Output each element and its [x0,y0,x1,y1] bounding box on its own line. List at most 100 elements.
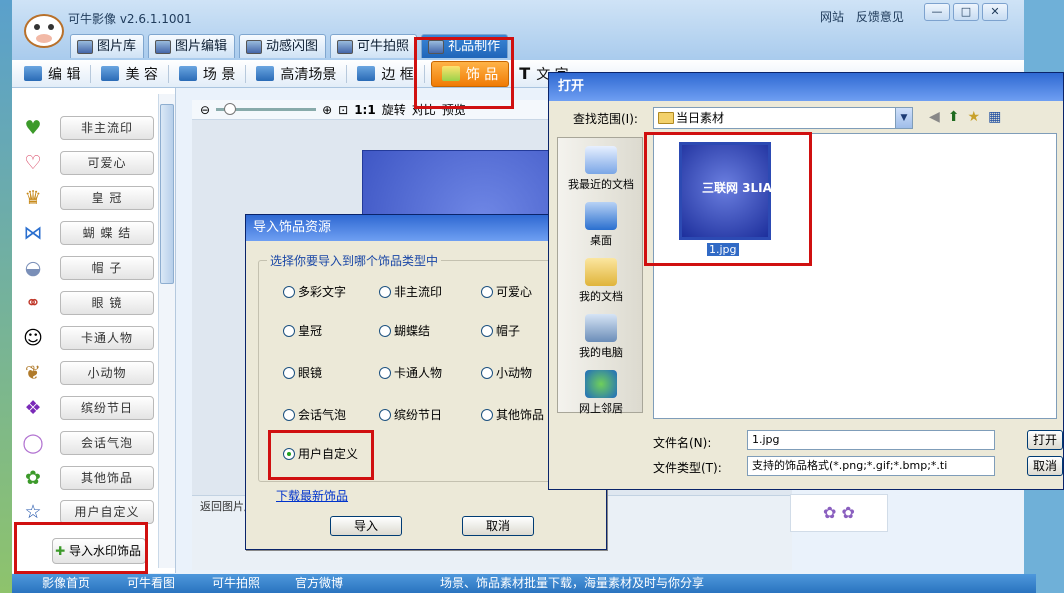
back-icon[interactable]: ◀ [929,109,940,125]
tool-frame[interactable]: 边 框 [353,62,417,86]
sidebar-item-glasses[interactable]: ⚭ 眼 镜 [20,291,160,315]
import-watermark-button[interactable]: ✚ 导入水印饰品 [52,538,146,564]
place-network[interactable]: 网上邻居 [558,370,644,416]
radio-bubble[interactable]: 会话气泡 [283,406,346,423]
filename-input[interactable]: 1.jpg [747,430,995,450]
radio-festival[interactable]: 缤纷节日 [379,406,442,423]
sidebar-button[interactable]: 可爱心 [60,151,154,175]
tool-edit[interactable]: 编 辑 [20,62,84,86]
sidebar-item-animal[interactable]: ❦ 小动物 [20,361,160,385]
tool-hd-scene[interactable]: 高清场景 [252,62,340,86]
radio-circle[interactable] [379,366,391,379]
sidebar-button[interactable]: 卡通人物 [60,326,154,350]
look-in-combo[interactable]: 当日素材 ▼ [653,107,913,129]
radio-glasses[interactable]: 眼镜 [283,364,322,381]
radio-crown[interactable]: 皇冠 [283,322,322,339]
radio-circle[interactable] [379,285,391,298]
up-folder-icon[interactable]: ⬆ [948,109,960,125]
place-desktop[interactable]: 桌面 [558,202,644,248]
compare-button[interactable]: 对比 [412,101,436,118]
open-button[interactable]: 打开 [1027,430,1063,450]
radio-cartoon[interactable]: 卡通人物 [379,364,442,381]
cancel-open-button[interactable]: 取消 [1027,456,1063,476]
radio-circle[interactable] [283,366,295,379]
sidebar-item-festival[interactable]: ❖ 缤纷节日 [20,396,160,420]
zoom-slider[interactable] [216,103,317,115]
minimize-button[interactable]: — [924,3,950,21]
sidebar-button[interactable]: 蝴 蝶 结 [60,221,154,245]
cancel-button[interactable]: 取消 [462,516,534,536]
sidebar-button[interactable]: 会话气泡 [60,431,154,455]
tab-gallery[interactable]: 图片库 [70,34,145,58]
maximize-button[interactable]: □ [953,3,979,21]
tool-scene[interactable]: 场 景 [175,62,239,86]
status-home-link[interactable]: 影像首页 [42,574,90,593]
radio-other[interactable]: 其他饰品 [481,406,544,423]
radio-circle[interactable] [481,366,493,379]
sidebar-item-hat[interactable]: ◒ 帽 子 [20,256,160,280]
radio-hat[interactable]: 帽子 [481,322,520,339]
file-thumbnail[interactable]: 三联网 3LIAN.COM [679,142,817,240]
radio-circle[interactable] [379,408,391,421]
status-camera-link[interactable]: 可牛拍照 [212,574,260,593]
radio-circle[interactable] [481,324,493,337]
tab-image-edit[interactable]: 图片编辑 [148,34,236,58]
radio-circle-selected[interactable] [283,447,295,460]
tab-gift[interactable]: 礼品制作 [421,34,509,58]
status-viewer-link[interactable]: 可牛看图 [127,574,175,593]
radio-circle[interactable] [283,408,295,421]
sidebar-item-fei-zhu-liu[interactable]: ♥ 非主流印 [20,116,160,140]
filetype-select[interactable]: 支持的饰品格式(*.png;*.gif;*.bmp;*.ti [747,456,995,476]
sidebar-button[interactable]: 用户自定义 [60,500,154,524]
radio-circle[interactable] [481,285,493,298]
rotate-button[interactable]: 旋转 [382,101,406,118]
zoom-slider-knob[interactable] [224,103,237,115]
scrollbar-thumb[interactable] [160,104,174,284]
download-link[interactable]: 下载最新饰品 [276,487,348,504]
chevron-down-icon[interactable]: ▼ [895,108,912,128]
zoom-out-icon[interactable]: ⊖ [200,103,210,117]
sidebar-button[interactable]: 眼 镜 [60,291,154,315]
radio-cute-heart[interactable]: 可爱心 [481,283,532,300]
radio-fei-zhu-liu[interactable]: 非主流印 [379,283,442,300]
feedback-link[interactable]: 反馈意见 [856,10,904,24]
radio-custom[interactable]: 用户自定义 [283,445,358,462]
sidebar-item-custom[interactable]: ☆ 用户自定义 [20,500,160,524]
sidebar-button[interactable]: 小动物 [60,361,154,385]
radio-circle[interactable] [481,408,493,421]
file-name-label[interactable]: 1.jpg [707,243,739,256]
sidebar-button[interactable]: 缤纷节日 [60,396,154,420]
sidebar-item-bow[interactable]: ⋈ 蝴 蝶 结 [20,221,160,245]
sidebar-scrollbar[interactable] [158,94,175,568]
place-my-computer[interactable]: 我的电脑 [558,314,644,360]
website-link[interactable]: 网站 [820,10,844,24]
sidebar-button[interactable]: 非主流印 [60,116,154,140]
place-recent[interactable]: 我最近的文档 [558,146,644,192]
tool-accessory[interactable]: 饰 品 [430,60,510,87]
tool-beauty[interactable]: 美 容 [97,62,161,86]
place-my-documents[interactable]: 我的文档 [558,258,644,304]
preview-button[interactable]: 预览 [442,101,466,118]
sidebar-item-cute-heart[interactable]: ♡ 可爱心 [20,151,160,175]
accessory-thumb[interactable]: ✿ ✿ [790,494,888,532]
radio-circle[interactable] [379,324,391,337]
radio-circle[interactable] [283,285,295,298]
sidebar-item-cartoon[interactable]: ☺ 卡通人物 [20,326,160,350]
fit-icon[interactable]: ⊡ [338,103,348,117]
zoom-in-icon[interactable]: ⊕ [322,103,332,117]
radio-bow[interactable]: 蝴蝶结 [379,322,430,339]
import-button[interactable]: 导入 [330,516,402,536]
status-weibo-link[interactable]: 官方微博 [295,574,343,593]
radio-colorful-text[interactable]: 多彩文字 [283,283,346,300]
sidebar-button[interactable]: 皇 冠 [60,186,154,210]
tab-camera[interactable]: 可牛拍照 [330,34,418,58]
sidebar-button[interactable]: 其他饰品 [60,466,154,490]
tab-flash[interactable]: 动感闪图 [239,34,327,58]
view-menu-icon[interactable]: ▦ [988,109,1001,125]
radio-animal[interactable]: 小动物 [481,364,532,381]
sidebar-item-bubble[interactable]: ◯ 会话气泡 [20,431,160,455]
radio-circle[interactable] [283,324,295,337]
sidebar-item-crown[interactable]: ♛ 皇 冠 [20,186,160,210]
close-button[interactable]: ✕ [982,3,1008,21]
sidebar-button[interactable]: 帽 子 [60,256,154,280]
